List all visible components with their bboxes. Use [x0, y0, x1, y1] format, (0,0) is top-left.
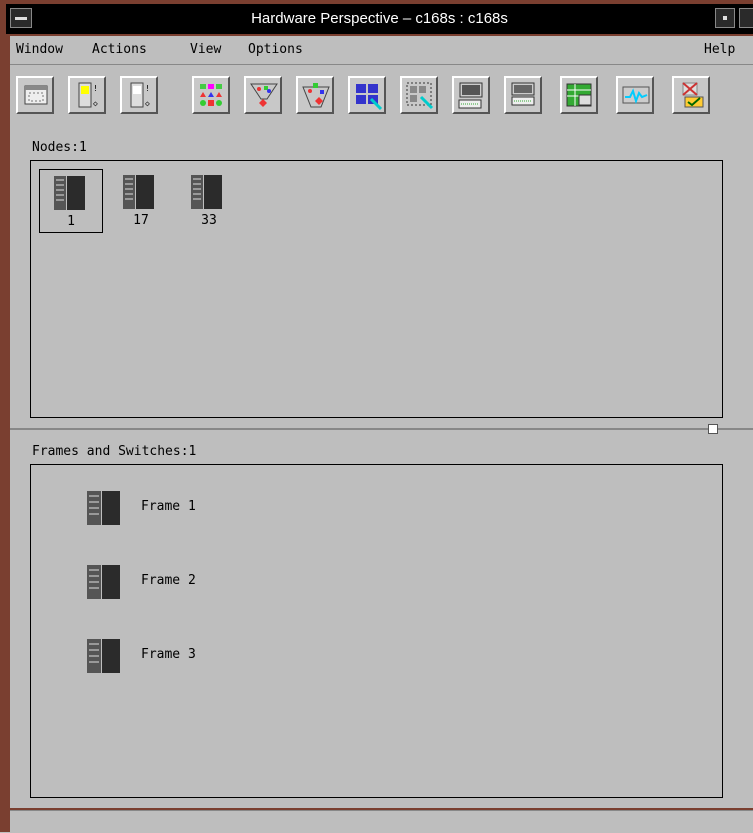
frame-item[interactable]: Frame 2	[87, 565, 287, 601]
frame-label: Frame 2	[141, 573, 196, 588]
nodes-panel-title: Nodes:1	[32, 140, 87, 155]
deselect-icon	[406, 82, 434, 110]
frame-item[interactable]: Frame 3	[87, 639, 287, 675]
window-icon	[24, 85, 48, 105]
maximize-button[interactable]	[739, 8, 753, 28]
deselect-button[interactable]	[400, 76, 438, 114]
minimize-button[interactable]	[715, 8, 735, 28]
window-title: Hardware Perspective – c168s : c168s	[251, 10, 508, 27]
menu-help[interactable]: Help	[704, 42, 735, 57]
node-item[interactable]: 1	[39, 169, 103, 233]
menu-view[interactable]: View	[190, 42, 221, 57]
svg-text:◇: ◇	[93, 99, 98, 108]
window-button[interactable]	[16, 76, 54, 114]
node-label: 17	[133, 213, 149, 228]
frame-item[interactable]: Frame 1	[87, 491, 287, 527]
frames-panel-title: Frames and Switches:1	[32, 444, 197, 459]
shapes-grid-button[interactable]	[192, 76, 230, 114]
sash-handle[interactable]	[708, 424, 718, 434]
menu-actions[interactable]: Actions	[92, 42, 147, 57]
shapes-grid-icon	[200, 84, 222, 106]
node-yellow-button[interactable]: ! ◇	[68, 76, 106, 114]
node-frame-icon	[123, 175, 154, 209]
menu-options[interactable]: Options	[248, 42, 303, 57]
client-area: Window Actions View Options Help !◇ !◇	[10, 36, 753, 808]
monitor-graph-button[interactable]	[616, 76, 654, 114]
node-white-icon: !◇	[130, 82, 150, 108]
toolbar: ! ◇ ! ◇	[10, 64, 753, 162]
filter-funnel-alt-button[interactable]	[296, 76, 334, 114]
svg-text:!: !	[145, 84, 150, 93]
status-bar	[10, 810, 753, 833]
keyboard-console-alt-button[interactable]	[504, 76, 542, 114]
keyboard-console-button[interactable]	[452, 76, 490, 114]
keyboard-console-alt-icon	[511, 82, 535, 106]
node-white-button[interactable]: ! ◇	[120, 76, 158, 114]
pane-sash[interactable]	[10, 428, 753, 430]
nodes-panel: 1 17 33	[30, 160, 723, 418]
frame-icon	[87, 639, 120, 673]
title-bar[interactable]: Hardware Perspective – c168s : c168s	[6, 4, 753, 34]
node-frame-icon	[191, 175, 222, 209]
frame-label: Frame 1	[141, 499, 196, 514]
menu-window[interactable]: Window	[16, 42, 63, 57]
svg-text:!: !	[93, 84, 98, 93]
table-edit-button[interactable]	[560, 76, 598, 114]
keyboard-console-icon	[458, 82, 483, 109]
frame-icon	[87, 565, 120, 599]
frames-panel: Frame 1 Frame 2 Frame 3	[30, 464, 723, 798]
monitor-graph-icon	[622, 86, 650, 105]
svg-text:◇: ◇	[145, 99, 150, 108]
node-label: 1	[67, 214, 75, 229]
cancel-check-button[interactable]	[672, 76, 710, 114]
frame-label: Frame 3	[141, 647, 196, 662]
select-all-button[interactable]	[348, 76, 386, 114]
filter-funnel-button[interactable]	[244, 76, 282, 114]
table-edit-icon	[566, 83, 592, 107]
cancel-check-icon	[682, 82, 704, 108]
node-item[interactable]: 33	[177, 169, 241, 233]
node-item[interactable]: 17	[109, 169, 173, 233]
menu-bar: Window Actions View Options Help	[10, 36, 753, 65]
select-all-icon	[356, 84, 383, 111]
node-label: 33	[201, 213, 217, 228]
node-frame-icon	[54, 176, 85, 210]
filter-funnel-icon	[250, 83, 278, 107]
frame-icon	[87, 491, 120, 525]
filter-funnel-alt-icon	[302, 83, 330, 108]
node-yellow-icon: !◇	[78, 82, 98, 108]
